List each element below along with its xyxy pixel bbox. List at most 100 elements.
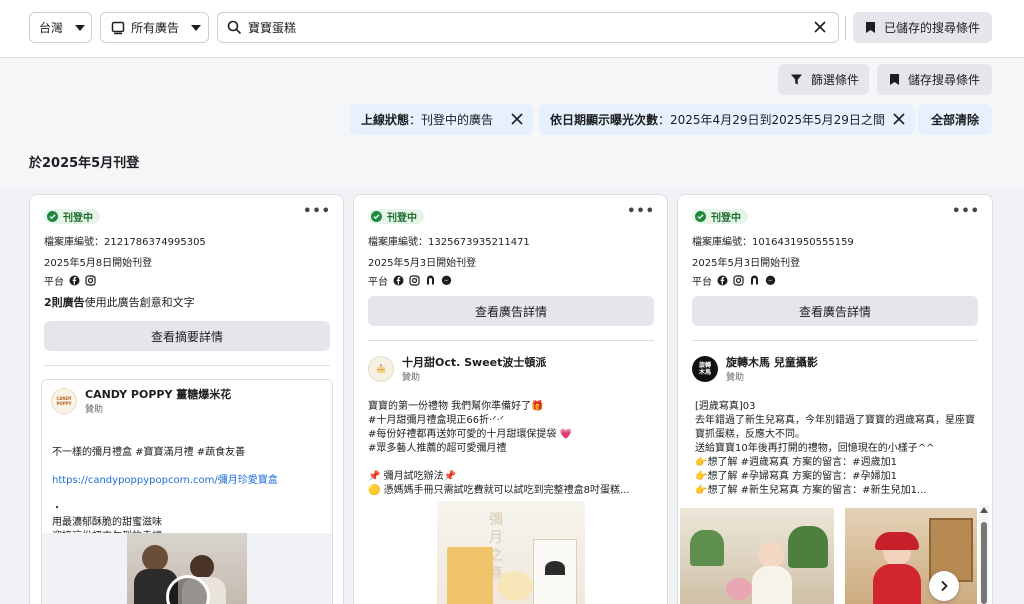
messenger-icon: [441, 275, 452, 285]
advertiser-name[interactable]: 旋轉木馬 兒童攝影: [726, 356, 818, 370]
filter-area: 篩選條件 儲存搜尋條件 上線狀態 ：刊登中的廣告 依日期顯示曝光次數 ：2025年4…: [0, 58, 1024, 186]
scrollbar-thumb[interactable]: [981, 522, 987, 604]
filter-chip-date[interactable]: 依日期顯示曝光次數 ：2025年4月29日到2025年5月29日之間: [539, 104, 915, 135]
search-icon: [227, 20, 242, 35]
instagram-icon: [409, 275, 420, 286]
view-summary-button[interactable]: 查看摘要詳情: [44, 321, 330, 351]
start-date: 2025年5月3日開始刊登: [368, 258, 477, 269]
filters-button[interactable]: 篩選條件: [778, 64, 869, 95]
ad-image[interactable]: 彌月之喜: [437, 501, 585, 604]
chevron-right-icon: [941, 580, 948, 592]
library-id: 檔案庫編號：1325673935211471: [368, 237, 530, 248]
start-date: 2025年5月8日開始刊登: [44, 258, 153, 269]
check-circle-icon: [47, 211, 58, 222]
related-count: 2則廣告: [44, 296, 85, 309]
ad-type-value: 所有廣告: [131, 21, 180, 35]
filters-label: 篩選條件: [811, 73, 860, 87]
ad-body: [週歲寫真]03 去年錯過了新生兒寫真，今年別錯過了寶寶的週歲寫真，星座寶寶抓蛋…: [695, 401, 975, 496]
platforms: 平台: [692, 273, 776, 288]
caret-down-icon: [191, 24, 202, 31]
advertiser-name[interactable]: 十月甜Oct. Sweet波士頓派: [402, 356, 546, 370]
divider: [44, 365, 330, 366]
platforms: 平台: [368, 273, 452, 288]
advertiser-header: 旋轉木馬 旋轉木馬 兒童攝影 贊助: [692, 356, 818, 385]
avatar: CANDY POPPY: [51, 388, 77, 414]
advertiser-header: 十月甜Oct. Sweet波士頓派 贊助: [368, 356, 546, 385]
status-badge: 刊登中: [44, 209, 100, 224]
ad-body: 寶寶的第一份禮物 我們幫你準備好了🎁 #十月甜彌月禮盒現正66折·ᐟ·ᐟ #每份…: [368, 401, 630, 496]
advertiser-name[interactable]: CANDY POPPY 薑糖爆米花: [85, 388, 231, 402]
platforms: 平台: [44, 273, 96, 288]
saved-searches-label: 已儲存的搜尋條件: [884, 21, 981, 35]
instagram-icon: [733, 275, 744, 286]
avatar-logo-text: 旋轉木馬: [698, 362, 711, 376]
ad-preview: CANDY POPPY CANDY POPPY 薑糖爆米花 贊助 不一樣的彌月禮…: [41, 379, 333, 604]
status-label: 刊登中: [387, 213, 417, 224]
check-circle-icon: [371, 211, 382, 222]
clear-all-button[interactable]: 全部清除: [918, 104, 992, 135]
platform-label: 平台: [368, 277, 388, 288]
caret-down-icon: [75, 24, 86, 31]
check-circle-icon: [695, 211, 706, 222]
status-label: 刊登中: [63, 213, 93, 224]
more-options-icon[interactable]: •••: [627, 205, 655, 218]
ad-card: 刊登中 ••• 檔案庫編號：1325673935211471 2025年5月3日…: [353, 194, 668, 604]
facebook-icon: [69, 275, 80, 286]
scroll-up-arrow-icon[interactable]: [980, 507, 988, 513]
chip-label: 上線狀態: [361, 113, 410, 127]
country-dropdown[interactable]: 台灣: [29, 12, 92, 43]
more-options-icon[interactable]: •••: [952, 205, 980, 218]
facebook-icon: [393, 275, 404, 286]
avatar: 旋轉木馬: [692, 356, 718, 382]
ad-type-dropdown[interactable]: 所有廣告: [100, 12, 209, 43]
sponsored-label: 贊助: [402, 373, 421, 383]
divider: [368, 340, 654, 341]
chip-label: 依日期顯示曝光次數: [550, 113, 659, 127]
advertiser-header: CANDY POPPY CANDY POPPY 薑糖爆米花 贊助: [51, 388, 231, 417]
ad-card: 刊登中 ••• 檔案庫編號：2121786374995305 2025年5月8日…: [29, 194, 344, 604]
library-id: 檔案庫編號：1016431950555159: [692, 237, 854, 248]
bookmark-icon: [866, 22, 875, 33]
more-options-icon[interactable]: •••: [303, 205, 331, 218]
avatar: [368, 356, 394, 382]
carousel-image-1[interactable]: [680, 508, 834, 604]
audience-network-icon: [751, 275, 758, 285]
library-id: 檔案庫編號：2121786374995305: [44, 237, 206, 248]
cake-logo-icon: [377, 364, 385, 373]
view-ad-details-button[interactable]: 查看廣告詳情: [368, 296, 654, 326]
save-search-button[interactable]: 儲存搜尋條件: [877, 64, 992, 95]
ad-video[interactable]: [42, 533, 332, 604]
chip-value: ：2025年4月29日到2025年5月29日之間: [658, 113, 885, 127]
view-ad-details-button[interactable]: 查看廣告詳情: [692, 296, 978, 326]
instagram-icon: [85, 275, 96, 286]
divider: [845, 16, 846, 40]
ad-text-line: 不一樣的彌月禮盒 #寶寶滿月禮 #蔬食友善: [52, 447, 246, 458]
status-label: 刊登中: [711, 213, 741, 224]
platform-label: 平台: [692, 277, 712, 288]
messenger-icon: [765, 275, 776, 285]
ad-link[interactable]: https://candypoppypopcorn.com/彌月珍愛寶盒: [52, 474, 324, 488]
save-search-label: 儲存搜尋條件: [908, 73, 981, 87]
related-ads-text: 2則廣告使用此廣告創意和文字: [44, 294, 195, 310]
bookmark-icon: [890, 74, 899, 85]
audience-network-icon: [427, 275, 434, 285]
remove-chip-icon[interactable]: [892, 112, 906, 126]
platform-label: 平台: [44, 277, 64, 288]
clear-search-icon[interactable]: [812, 19, 828, 35]
search-box[interactable]: [217, 12, 839, 43]
filter-chip-status[interactable]: 上線狀態 ：刊登中的廣告: [350, 104, 533, 135]
country-value: 台灣: [39, 21, 64, 35]
carousel-next-button[interactable]: [929, 571, 959, 601]
status-badge: 刊登中: [692, 209, 748, 224]
status-badge: 刊登中: [368, 209, 424, 224]
filter-icon: [791, 74, 802, 85]
divider: [692, 340, 978, 341]
search-input[interactable]: [248, 20, 808, 35]
avatar-logo-text: CANDY POPPY: [56, 396, 72, 406]
search-toolbar: 台灣 所有廣告 已儲存的搜尋條件: [0, 0, 1024, 58]
remove-chip-icon[interactable]: [510, 112, 524, 126]
related-rest: 使用此廣告創意和文字: [84, 296, 195, 309]
facebook-icon: [717, 275, 728, 286]
saved-searches-button[interactable]: 已儲存的搜尋條件: [853, 12, 992, 43]
section-title: 於2025年5月刊登: [29, 156, 140, 171]
